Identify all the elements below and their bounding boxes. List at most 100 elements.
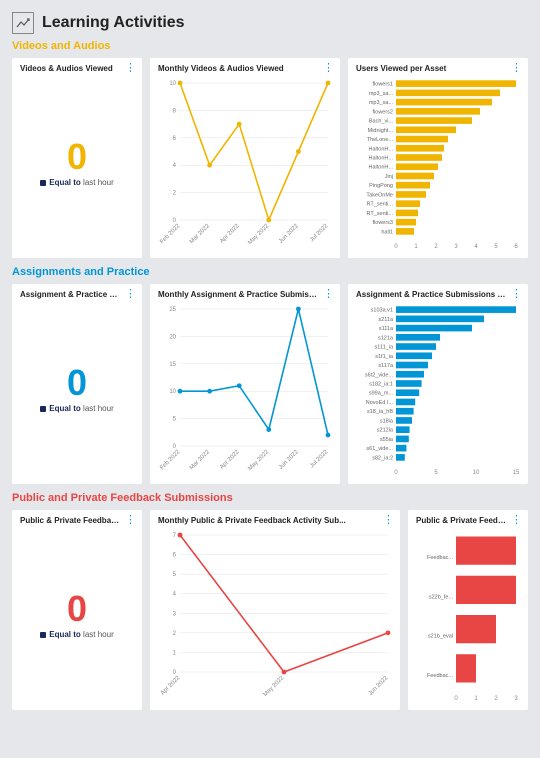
kebab-icon[interactable]: ⋮ (383, 515, 394, 526)
svg-text:Midnight...: Midnight... (368, 128, 394, 134)
svg-text:s22b_fe...: s22b_fe... (429, 594, 454, 600)
svg-text:5: 5 (434, 470, 438, 476)
svg-text:Bach_vi...: Bach_vi... (369, 119, 394, 125)
svg-text:5: 5 (173, 417, 177, 423)
svg-text:s18ia: s18ia (380, 418, 394, 424)
card-title: Public & Private Feedback Submissions pe… (416, 516, 520, 525)
card-videos-monthly: Monthly Videos & Audios Viewed ⋮ 0246810… (150, 58, 340, 258)
svg-text:6: 6 (173, 136, 177, 142)
card-title: Assignment & Practice Sub... (20, 290, 134, 299)
svg-text:hall1: hall1 (381, 229, 393, 235)
card-feedback-monthly: Monthly Public & Private Feedback Activi… (150, 510, 400, 710)
metric-value: 0 (67, 588, 87, 630)
svg-text:1: 1 (414, 244, 418, 250)
svg-text:s211a: s211a (378, 317, 394, 323)
svg-text:May 2022: May 2022 (247, 449, 270, 472)
svg-text:Jul 2022: Jul 2022 (309, 223, 330, 244)
row-feedback: Public & Private Feedback ... ⋮ 0 Equal … (12, 510, 528, 710)
svg-text:s182_ia:1: s182_ia:1 (369, 381, 393, 387)
svg-text:Jun 2022: Jun 2022 (278, 449, 300, 471)
hbar-chart: Feedbac...s22b_fe...s21b_evalFeedbac...0… (416, 529, 520, 702)
svg-text:2: 2 (173, 631, 177, 637)
svg-text:3: 3 (173, 611, 177, 617)
svg-text:25: 25 (169, 307, 176, 313)
svg-text:7: 7 (173, 533, 177, 539)
svg-text:Feb 2022: Feb 2022 (159, 449, 182, 472)
svg-text:2: 2 (434, 244, 438, 250)
kebab-icon[interactable]: ⋮ (323, 289, 334, 300)
section-title-feedback: Public and Private Feedback Submissions (12, 492, 528, 504)
svg-text:HaltonH...: HaltonH... (369, 155, 394, 161)
kebab-icon[interactable]: ⋮ (511, 515, 522, 526)
kebab-icon[interactable]: ⋮ (511, 63, 522, 74)
svg-text:4: 4 (173, 592, 177, 598)
kebab-icon[interactable]: ⋮ (125, 63, 136, 74)
svg-text:Jun 2022: Jun 2022 (368, 675, 390, 697)
svg-text:6: 6 (514, 244, 518, 250)
svg-text:Apr 2022: Apr 2022 (219, 223, 241, 245)
svg-text:1: 1 (173, 650, 177, 656)
svg-text:Feb 2022: Feb 2022 (159, 223, 182, 246)
card-title: Monthly Assignment & Practice Submission… (158, 290, 332, 299)
svg-text:RT_senti...: RT_senti... (367, 202, 394, 208)
metric-subtitle: Equal to last hour (40, 404, 113, 413)
svg-text:15: 15 (513, 470, 520, 476)
card-title: Monthly Public & Private Feedback Activi… (158, 516, 392, 525)
metric-body: 0 Equal to last hour (20, 73, 134, 250)
metric-body: 0 Equal to last hour (20, 299, 134, 476)
svg-text:5: 5 (173, 572, 177, 578)
row-assignments: Assignment & Practice Sub... ⋮ 0 Equal t… (12, 284, 528, 484)
kebab-icon[interactable]: ⋮ (125, 515, 136, 526)
card-assign-metric: Assignment & Practice Sub... ⋮ 0 Equal t… (12, 284, 142, 484)
page-header: Learning Activities (12, 12, 528, 34)
svg-text:6: 6 (173, 553, 177, 559)
svg-text:s103a.v1: s103a.v1 (371, 308, 393, 314)
svg-text:4: 4 (474, 244, 478, 250)
svg-text:mp3_sa...: mp3_sa... (369, 100, 394, 106)
svg-text:0: 0 (394, 244, 398, 250)
svg-text:May 2022: May 2022 (263, 675, 286, 698)
kebab-icon[interactable]: ⋮ (323, 63, 334, 74)
svg-text:s18_ia_hB: s18_ia_hB (367, 409, 393, 415)
line-chart: 01234567Apr 2022May 2022Jun 2022 (158, 529, 392, 702)
svg-text:s82_ia:2: s82_ia:2 (372, 455, 393, 461)
line-chart: 0246810Feb 2022Mar 2022Apr 2022May 2022J… (158, 77, 332, 250)
svg-text:2: 2 (173, 191, 177, 197)
svg-text:3: 3 (514, 696, 518, 702)
page-title: Learning Activities (42, 14, 185, 32)
svg-text:10: 10 (473, 470, 480, 476)
svg-text:2: 2 (494, 696, 498, 702)
svg-text:Feedbac...: Feedbac... (427, 555, 453, 561)
card-videos-metric: Videos & Audios Viewed ⋮ 0 Equal to last… (12, 58, 142, 258)
svg-text:1: 1 (474, 696, 478, 702)
kebab-icon[interactable]: ⋮ (125, 289, 136, 300)
card-assign-monthly: Monthly Assignment & Practice Submission… (150, 284, 340, 484)
row-videos: Videos & Audios Viewed ⋮ 0 Equal to last… (12, 58, 528, 258)
metric-subtitle: Equal to last hour (40, 178, 113, 187)
svg-text:HaltonH...: HaltonH... (369, 165, 394, 171)
card-title: Monthly Videos & Audios Viewed (158, 64, 332, 73)
svg-text:HaltonH...: HaltonH... (369, 146, 394, 152)
svg-text:s1f1_ia: s1f1_ia (375, 354, 394, 360)
svg-text:15: 15 (169, 362, 176, 368)
svg-text:s6t2_vide...: s6t2_vide... (365, 372, 394, 378)
metric-subtitle: Equal to last hour (40, 630, 113, 639)
card-title: Users Viewed per Asset (356, 64, 520, 73)
svg-text:s111a: s111a (379, 326, 394, 332)
svg-text:Mar 2022: Mar 2022 (189, 223, 212, 246)
svg-text:s212ia: s212ia (377, 428, 394, 434)
svg-text:20: 20 (169, 334, 176, 340)
card-title: Assignment & Practice Submissions per Ac… (356, 290, 520, 299)
card-feedback-per-activity: Public & Private Feedback Submissions pe… (408, 510, 528, 710)
kebab-icon[interactable]: ⋮ (511, 289, 522, 300)
svg-text:3: 3 (454, 244, 458, 250)
card-title: Public & Private Feedback ... (20, 516, 134, 525)
svg-text:flowers3: flowers3 (373, 220, 393, 226)
chart-icon (12, 12, 34, 34)
svg-text:May 2022: May 2022 (247, 223, 270, 246)
svg-text:s121a: s121a (378, 335, 394, 341)
svg-text:TakeOnMe: TakeOnMe (366, 192, 393, 198)
svg-text:mp3_sa...: mp3_sa... (369, 91, 394, 97)
svg-text:flowers2: flowers2 (373, 109, 393, 115)
svg-text:s55ia: s55ia (380, 437, 394, 443)
